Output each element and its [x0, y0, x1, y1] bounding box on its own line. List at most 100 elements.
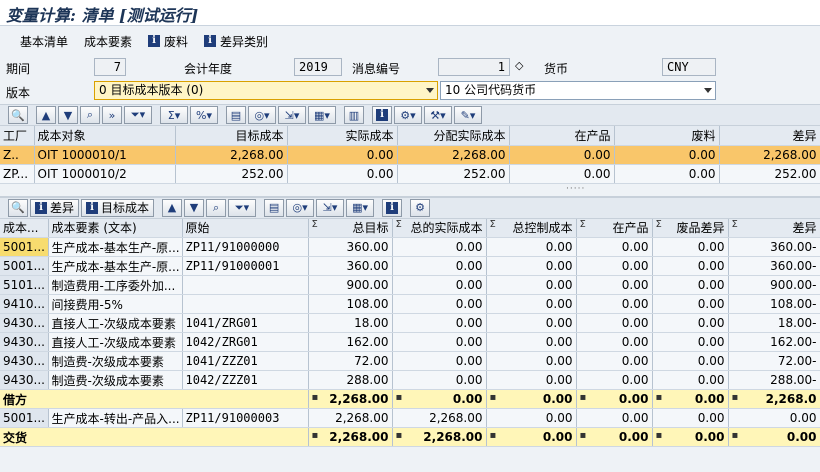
export-icon[interactable]: ⇲▾ — [316, 198, 345, 217]
col-variance[interactable]: 差异 — [719, 126, 820, 146]
info-icon: i — [86, 201, 99, 214]
cell-scrap-variance: 0.00 — [652, 408, 729, 428]
col-allocated-actual-cost[interactable]: 分配实际成本 — [397, 126, 510, 146]
cell-origin: 1042/ZRG01 — [182, 332, 309, 352]
table-row[interactable]: 5001... 生产成本-基本生产-原... ZP11/91000000 360.00… — [0, 237, 820, 257]
col-scrap-variance[interactable]: Σ 废品差异 — [652, 218, 729, 238]
currency-type-dropdown[interactable]: 10 公司代码货币 — [440, 81, 716, 100]
tools-icon[interactable]: ⚒▾ — [424, 106, 452, 124]
version-dropdown[interactable]: 0 目标成本版本 (0) — [94, 81, 438, 100]
filter-icon[interactable]: ⏷▾ — [124, 106, 152, 124]
col-actual-cost[interactable]: 实际成本 — [287, 126, 398, 146]
cell-scrap-variance: 0.00 — [652, 313, 729, 333]
table-row[interactable]: 5001... 生产成本-基本生产-原... ZP11/91000001 360.00… — [0, 256, 820, 276]
variance-category-button[interactable]: i 差异类别 — [196, 33, 276, 50]
sum-icon: Σ — [579, 219, 586, 231]
table-row[interactable]: 9430... 制造费-次级成本要素 1042/ZZZ01 288.00 0.00 0.0… — [0, 370, 820, 390]
cell-variance: 360.00- — [728, 237, 820, 257]
cell-total-target: 2,268.00 — [308, 408, 393, 428]
cell-variance: 162.00- — [728, 332, 820, 352]
details-icon[interactable]: 🔍 — [8, 198, 28, 217]
subtotal-icon[interactable]: %▾ — [190, 106, 218, 124]
cost-element-button[interactable]: 成本要素 — [76, 33, 140, 50]
cell-total-target: 18.00 — [308, 313, 393, 333]
export-icon[interactable]: ⇲▾ — [278, 106, 306, 124]
workflow-icon[interactable]: ✎▾ — [454, 106, 482, 124]
cell-wip: 0.00 — [509, 145, 615, 165]
table-row[interactable]: 5001... 生产成本-转出-产品入... ZP11/91000003 2,2… — [0, 408, 820, 428]
cell-variance: 108.00- — [728, 294, 820, 314]
table-row[interactable]: 9430... 直接人工-次级成本要素 1042/ZRG01 162.00 0.00 0.… — [0, 332, 820, 352]
col-target-cost[interactable]: 目标成本 — [175, 126, 288, 146]
col-cost-element[interactable]: 成本... — [0, 218, 49, 238]
table-row[interactable]: 9430... 制造费-次级成本要素 1041/ZZZ01 72.00 0.00 0.00… — [0, 351, 820, 371]
period-field[interactable]: 7 — [94, 58, 126, 76]
cell-cost-element-text: 直接人工-次级成本要素 — [48, 332, 183, 352]
cell-variance: 900.00- — [728, 275, 820, 295]
table-row[interactable]: 5101... 制造费用-工序委外加... 900.00 0.00 0.00 0.00 0.… — [0, 275, 820, 295]
fiscal-year-field[interactable]: 2019 — [294, 58, 342, 76]
filter-icon[interactable]: ⏷▾ — [228, 198, 257, 217]
sort-descending-icon[interactable]: ▼ — [58, 106, 78, 124]
col-cost-element-text[interactable]: 成本要素 (文本) — [48, 218, 183, 238]
col-scrap[interactable]: 废料 — [614, 126, 720, 146]
settings-icon[interactable]: ⚙▾ — [394, 106, 422, 124]
table-row[interactable]: 9410... 间接费用-5% 108.00 0.00 0.00 0.00 0.00 108.… — [0, 294, 820, 314]
cell-origin: ZP11/91000001 — [182, 256, 309, 276]
sort-ascending-icon[interactable]: ▲ — [36, 106, 56, 124]
views-icon[interactable]: ◎▾ — [286, 198, 315, 217]
cell-wip: 0.00 — [576, 332, 653, 352]
debit-total-row[interactable]: 借方 ▪ 2,268.00 ▪ 0.00 ▪ 0.00 ▪ 0.00 ▪ 0.00 ▪ 2,… — [0, 389, 820, 409]
col-wip[interactable]: Σ 在产品 — [576, 218, 653, 238]
splitter-handle[interactable]: ····· — [0, 183, 820, 197]
variance-button[interactable]: i 差异 — [30, 198, 80, 217]
basic-list-button[interactable]: 基本清单 — [12, 33, 76, 50]
header-form: 期间 7 会计年度 2019 消息编号 1 ◇ 货币 CNY 版本 0 目标成本… — [0, 56, 820, 104]
table-row[interactable]: Z.. OIT 1000010/1 2,268.00 0.00 2,268.00… — [0, 145, 820, 165]
table-row[interactable]: 9430... 直接人工-次级成本要素 1041/ZRG01 18.00 0.00 0.0… — [0, 313, 820, 333]
currency-field[interactable]: CNY — [662, 58, 716, 76]
sort-ascending-icon[interactable]: ▲ — [162, 198, 183, 217]
find-next-icon[interactable]: » — [102, 106, 122, 124]
message-number-label: 消息编号 — [352, 62, 401, 76]
find-icon[interactable]: ⌕ — [80, 106, 100, 124]
info-icon[interactable]: i — [382, 198, 403, 217]
delivery-total-control: ▪ 0.00 — [486, 427, 577, 447]
table-row[interactable]: ZP... OIT 1000010/2 252.00 0.00 252.00 0… — [0, 164, 820, 184]
sort-descending-icon[interactable]: ▼ — [184, 198, 205, 217]
cell-scrap: 0.00 — [614, 164, 720, 184]
col-wip[interactable]: 在产品 — [509, 126, 615, 146]
col-variance[interactable]: Σ 差异 — [728, 218, 820, 238]
print-icon[interactable]: ▤ — [226, 106, 246, 124]
basic-list-label: 基本清单 — [20, 34, 69, 49]
cell-origin: 1041/ZRG01 — [182, 313, 309, 333]
cell-scrap-variance: 0.00 — [652, 237, 729, 257]
find-icon[interactable]: ⌕ — [206, 198, 227, 217]
diamond-icon: ◇ — [515, 59, 524, 72]
info-icon[interactable]: i — [372, 106, 392, 124]
sum-icon: Σ — [395, 219, 402, 231]
col-total-actual[interactable]: Σ 总的实际成本 — [392, 218, 487, 238]
period-label: 期间 — [6, 62, 31, 76]
details-icon[interactable]: 🔍 — [8, 106, 28, 124]
col-plant[interactable]: 工厂 — [0, 126, 35, 146]
application-toolbar: 基本清单 成本要素 i 废料 i 差异类别 — [0, 26, 820, 56]
message-number-field[interactable]: 1 — [438, 58, 510, 76]
col-total-target[interactable]: Σ 总目标 — [308, 218, 393, 238]
graphic-icon[interactable]: ▥ — [344, 106, 364, 124]
col-total-control[interactable]: Σ 总控制成本 — [486, 218, 577, 238]
cell-total-target: 108.00 — [308, 294, 393, 314]
delivery-wip: ▪ 0.00 — [576, 427, 653, 447]
layout-icon[interactable]: ▦▾ — [346, 198, 375, 217]
delivery-total-row[interactable]: 交货 ▪ 2,268.00 ▪ 2,268.00 ▪ 0.00 ▪ 0.00 ▪ 0.00… — [0, 427, 820, 447]
views-icon[interactable]: ◎▾ — [248, 106, 276, 124]
scrap-button[interactable]: i 废料 — [140, 33, 196, 50]
print-icon[interactable]: ▤ — [264, 198, 285, 217]
target-cost-button[interactable]: i 目标成本 — [81, 198, 155, 217]
settings-icon[interactable]: ⚙ — [410, 198, 431, 217]
col-origin[interactable]: 原始 — [182, 218, 309, 238]
cell-wip: 0.00 — [576, 370, 653, 390]
sum-icon[interactable]: Σ▾ — [160, 106, 188, 124]
col-cost-object[interactable]: 成本对象 — [34, 126, 176, 146]
layout-icon[interactable]: ▦▾ — [308, 106, 336, 124]
